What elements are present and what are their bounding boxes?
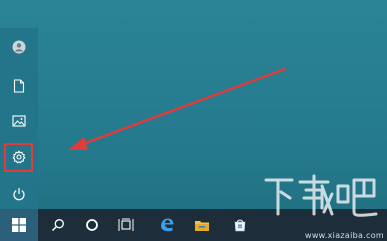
store-button[interactable] <box>224 209 256 241</box>
settings-highlight-box <box>4 143 33 172</box>
pictures-button[interactable] <box>6 108 32 134</box>
pictures-icon <box>12 115 26 127</box>
power-button[interactable] <box>6 181 32 207</box>
document-icon <box>13 79 25 93</box>
start-button[interactable] <box>0 209 38 241</box>
task-view-button[interactable] <box>110 209 142 241</box>
file-explorer-button[interactable] <box>186 209 218 241</box>
power-icon <box>13 188 25 201</box>
edge-browser-icon <box>161 218 174 232</box>
user-avatar-button[interactable] <box>6 34 32 60</box>
task-view-icon <box>118 218 134 231</box>
store-icon <box>234 219 246 232</box>
xiazaiba-watermark-logo <box>264 174 378 217</box>
search-icon <box>51 219 64 232</box>
user-avatar-icon <box>12 40 26 54</box>
start-menu-rail <box>0 28 38 209</box>
windows-start-icon <box>12 218 26 232</box>
search-button[interactable] <box>42 209 74 241</box>
edge-browser-button[interactable] <box>151 209 183 241</box>
cortana-icon <box>86 219 98 231</box>
watermark-url: www.xiazaiba.com <box>305 231 385 240</box>
cortana-button[interactable] <box>76 209 108 241</box>
documents-button[interactable] <box>6 73 32 99</box>
file-explorer-icon <box>195 221 209 231</box>
